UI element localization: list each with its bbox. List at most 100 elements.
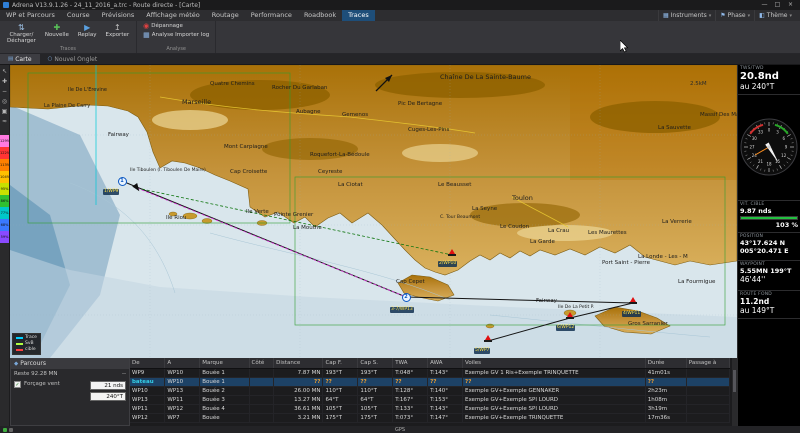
minimize-button[interactable]: — xyxy=(758,0,771,10)
measure-icon[interactable]: ≈ xyxy=(0,117,9,126)
menu-tab-traces[interactable]: Traces xyxy=(342,10,375,21)
chevron-down-icon: ▾ xyxy=(709,13,712,19)
chart-label: C. Tour Beaumont xyxy=(440,215,480,220)
parcours-header[interactable]: ◆ Parcours xyxy=(11,359,129,369)
menu-tab-affichage-m-t-o[interactable]: Affichage météo xyxy=(140,10,205,21)
chart-label: Pic De Bertagne xyxy=(398,101,442,107)
column-header-de[interactable]: De xyxy=(130,358,165,368)
buoy-marker[interactable] xyxy=(449,249,455,256)
table-row[interactable]: WP9WP10Bouée 17.87 MN193°T193°TT:048°T:1… xyxy=(130,368,730,377)
buoy-marker[interactable] xyxy=(630,297,636,304)
table-row[interactable]: WP11WP12Bouée 436.61 MN105°T105°TT:133°T… xyxy=(130,404,730,413)
table-row[interactable]: WP12WP7Bouée3.21 MN175°T175°TT:073°T:147… xyxy=(130,413,730,422)
column-header-cap-s[interactable]: Cap S. xyxy=(358,358,393,368)
ribbon-button-charger-d-charger[interactable]: ⇅Charger/Décharger xyxy=(4,22,39,45)
route-legs-table: DeAMarqueCôtéDistanceCap F.Cap S.TWAAWAV… xyxy=(130,358,737,426)
column-header-cap-f[interactable]: Cap F. xyxy=(323,358,358,368)
menu-tab-pr-visions[interactable]: Prévisions xyxy=(96,10,141,21)
gps-status: GPS xyxy=(395,427,405,433)
menu-tab-performance[interactable]: Performance xyxy=(245,10,298,21)
ribbon-button-d-pannage[interactable]: ◉Dépannage xyxy=(141,22,211,30)
menu-right-controls: ▦Instruments▾⚑Phase▾◧Thème▾ xyxy=(658,10,800,21)
wind-scale-cell: 122% xyxy=(0,147,9,159)
waypoint-marker-1[interactable]: 1 xyxy=(118,177,127,186)
select-area-icon[interactable]: ▣ xyxy=(0,107,9,116)
wind-scale: 129%122%113%104%95%86%77%68%59% xyxy=(0,135,9,243)
wind-direction-input[interactable]: 240°T xyxy=(90,392,126,401)
ribbon-group-analyse: ◉Dépannage▦Analyse Importer log Analyse xyxy=(137,21,216,53)
trace-legend: TraceSvBcible xyxy=(12,333,41,355)
chart-label: Massif Des Maures xyxy=(700,112,737,118)
column-header-a[interactable]: A xyxy=(165,358,200,368)
remaining-label: Reste 92.28 MN xyxy=(14,371,57,377)
waypoint-tag: 1/WP9 xyxy=(103,189,119,195)
svg-text:18: 18 xyxy=(766,161,772,166)
column-header-twa[interactable]: TWA xyxy=(393,358,428,368)
chart-label: La Sauvette xyxy=(658,125,691,131)
tws-value: 20.8nd xyxy=(740,71,798,82)
svg-text:33: 33 xyxy=(758,130,764,135)
ribbon-button-exporter[interactable]: ↥Exporter xyxy=(102,22,132,39)
column-header-distance[interactable]: Distance xyxy=(274,358,323,368)
column-header-passage[interactable]: Passage à xyxy=(686,358,729,368)
table-scrollbar-thumb[interactable] xyxy=(733,370,736,392)
ribbon-button-replay[interactable]: ▶Replay xyxy=(75,22,100,39)
menu-th-me[interactable]: ◧Thème▾ xyxy=(754,10,796,21)
menu-instruments[interactable]: ▦Instruments▾ xyxy=(658,10,715,21)
doc-tab-nouvel-onglet[interactable]: ○Nouvel Onglet xyxy=(40,54,106,64)
maximize-button[interactable]: □ xyxy=(771,0,784,10)
parcours-icon: ◆ xyxy=(14,359,18,369)
column-header-c-t[interactable]: Côté xyxy=(249,358,274,368)
table-row[interactable]: WP13WP11Bouée 313.27 MN64°T64°TT:167°T:1… xyxy=(130,395,730,404)
chart-label: Cuges-Les-Pins xyxy=(408,127,449,133)
menu-tab-routage[interactable]: Routage xyxy=(206,10,245,21)
chart-label: La Mouthe xyxy=(293,225,322,231)
column-header-dur-e[interactable]: Durée xyxy=(645,358,686,368)
ribbon-button-nouvelle[interactable]: ✚Nouvelle xyxy=(42,22,72,39)
center-target-icon[interactable]: ◎ xyxy=(0,97,9,106)
chart-label: Aubagne xyxy=(296,109,320,115)
column-header-awa[interactable]: AWA xyxy=(428,358,463,368)
chart-label: Le Coudon xyxy=(500,224,529,230)
analyse-importer-log-icon: ▦ xyxy=(143,31,150,39)
column-header-voiles[interactable]: Voiles xyxy=(463,358,646,368)
zoom-out-icon[interactable]: − xyxy=(0,87,9,96)
table-row[interactable]: bateauWP10Bouée 1?????????????? xyxy=(130,377,730,386)
menu-tab-roadbook[interactable]: Roadbook xyxy=(298,10,342,21)
status-leds xyxy=(3,428,13,432)
buoy-marker[interactable] xyxy=(485,335,491,342)
ribbon-group-label: Analyse xyxy=(141,45,211,53)
parcours-remaining: Reste 92.28 MN -- xyxy=(11,369,129,379)
chart-label: La Plaine De Carry xyxy=(44,103,90,109)
menu-tab-wp-et-parcours[interactable]: WP et Parcours xyxy=(0,10,61,21)
target-speed-instrument: VIT. CIBLE 9.87 nds 103 % xyxy=(738,201,800,233)
cursor-icon[interactable]: ↖ xyxy=(0,67,9,76)
chart-area[interactable]: Ile De L'ErevineLa Plaine De CarryQuatre… xyxy=(10,65,737,358)
table-scrollbar[interactable] xyxy=(732,358,737,426)
chart-label: Ile Riou xyxy=(166,215,186,221)
column-header-marque[interactable]: Marque xyxy=(200,358,249,368)
chart-label: Roquefort-La-Bédoule xyxy=(310,152,370,158)
waypoint-time: 46'44'' xyxy=(740,275,798,284)
menu-phase[interactable]: ⚑Phase▾ xyxy=(715,10,754,21)
chart-label: Mont Carpiagne xyxy=(224,144,268,150)
waypoint-marker-2[interactable]: 2 xyxy=(402,293,411,302)
close-button[interactable]: × xyxy=(784,0,797,10)
ribbon-button-analyse-importer-log[interactable]: ▦Analyse Importer log xyxy=(141,31,211,39)
buoy-marker[interactable] xyxy=(567,312,573,319)
table-row[interactable]: WP10WP13Bouée 226.00 MN110°T110°TT:128°T… xyxy=(130,386,730,395)
zoom-in-icon[interactable]: ✚ xyxy=(0,77,9,86)
wind-override-checkbox[interactable]: ✓ xyxy=(14,381,21,388)
doc-tab-carte[interactable]: ▤Carte xyxy=(0,54,40,64)
menu-instruments-label: Instruments xyxy=(671,12,707,19)
chart-label: Ceyreste xyxy=(318,169,342,175)
chart-label: La Ciotat xyxy=(338,182,363,188)
status-led-icon xyxy=(3,428,7,432)
chart-label: Chaîne De La Sainte-Baume xyxy=(440,73,531,81)
target-speed-value: 9.87 nds xyxy=(740,207,798,215)
wind-speed-input[interactable]: 21 nds xyxy=(90,381,126,390)
document-tabs: ▤Carte○Nouvel Onglet xyxy=(0,54,800,65)
exporter-icon: ↥ xyxy=(114,23,121,32)
menu-tab-course[interactable]: Course xyxy=(61,10,96,21)
wind-override-inputs: 21 nds 240°T xyxy=(90,381,126,401)
